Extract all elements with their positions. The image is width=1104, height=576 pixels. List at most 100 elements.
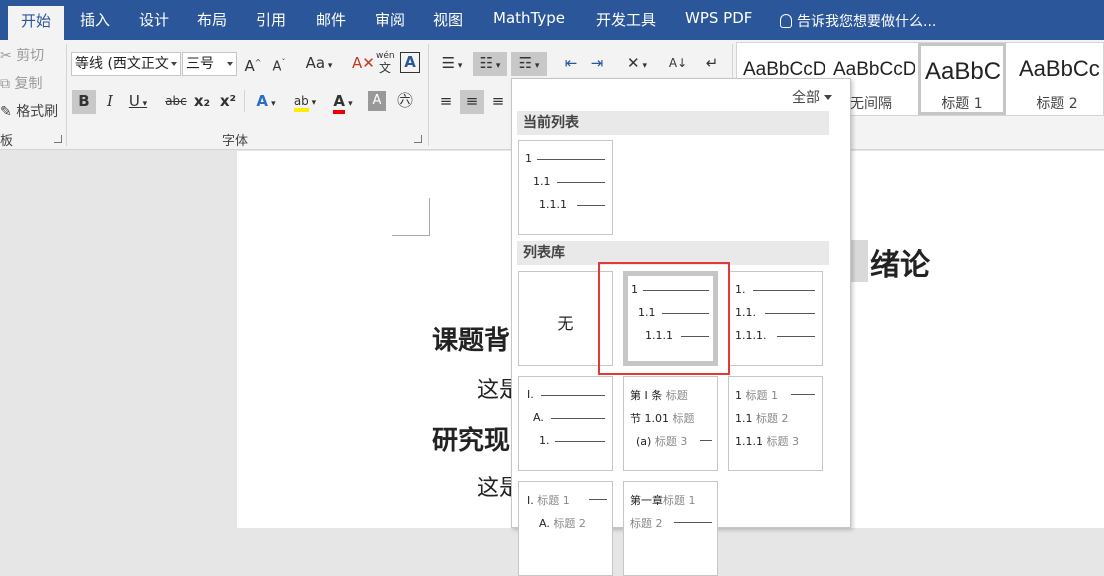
cut-button[interactable]: ✂ 剪切 [0, 45, 44, 65]
current-list-item[interactable]: 1 1.1 1.1.1 [518, 140, 613, 235]
list-filter-dropdown[interactable]: 全部 [792, 87, 832, 107]
list-heading-label: 标题 3 [766, 435, 800, 448]
phonetic-guide-icon[interactable]: wén 文 [376, 50, 395, 76]
align-right-icon[interactable]: ≡ [488, 90, 508, 112]
list-number: 1 [735, 389, 742, 402]
style-preview: AaBbC [925, 58, 1002, 85]
list-heading-label: 标题 1 [745, 389, 779, 402]
tab-mailings[interactable]: 邮件 [316, 9, 346, 30]
list-library-item-2[interactable]: 1. 1.1. 1.1.1. [728, 271, 823, 366]
tab-wps-pdf[interactable]: WPS PDF [685, 9, 752, 27]
style-heading-2[interactable]: AaBbCc 标题 2 [1013, 43, 1101, 115]
bold-button[interactable]: B [72, 90, 96, 114]
list-level-line [589, 499, 607, 500]
list-number: 1.1.1 [735, 435, 763, 448]
list-heading-label: 标题 2 [756, 412, 789, 425]
lightbulb-icon [780, 14, 792, 28]
list-level-label: 1.1.1 标题 3 [735, 433, 799, 449]
character-border-label: A [404, 53, 416, 71]
list-level-label: 标题 2 [630, 515, 663, 531]
increase-indent-icon[interactable]: ⇥ [586, 52, 608, 74]
format-painter-button[interactable]: ✎ 格式刷 [0, 101, 58, 121]
change-case-label: Aa [305, 54, 326, 72]
list-level-line [753, 290, 815, 291]
list-library-item-6[interactable]: I. 标题 1 A. 标题 2 [518, 481, 613, 576]
sort-icon[interactable]: A↓ [668, 52, 688, 74]
show-marks-icon[interactable]: ↵ [702, 52, 722, 74]
list-heading-label: 标题 [665, 389, 688, 402]
tab-mathtype[interactable]: MathType [493, 9, 565, 27]
clear-formatting-icon[interactable]: A✕ [352, 52, 375, 74]
chinese-layout-icon[interactable]: ✕ ▾ [620, 52, 654, 77]
strikethrough-button[interactable]: abc [164, 90, 188, 112]
superscript-button[interactable]: x² [218, 90, 238, 112]
list-number: 节 1.01 [630, 412, 669, 425]
subscript-button[interactable]: x₂ [192, 90, 212, 112]
heading-2-text: 课题背 [432, 326, 511, 356]
copy-button[interactable]: ⧉ 复制 [0, 73, 42, 93]
tab-references[interactable]: 引用 [256, 9, 286, 30]
font-size-combo[interactable]: 三号 [182, 52, 237, 76]
list-level-label: 1.1.1 [539, 198, 567, 211]
multilevel-list-button[interactable]: ☶ ▾ [511, 52, 547, 76]
list-level-label: 1.1. [735, 306, 756, 319]
list-heading-label: 标题 1 [663, 494, 696, 507]
group-divider [66, 44, 67, 146]
tab-view[interactable]: 视图 [433, 9, 463, 30]
style-heading-1[interactable]: AaBbC 标题 1 [918, 43, 1006, 115]
align-left-icon[interactable]: ≡ [436, 90, 456, 112]
font-name-combo[interactable]: 等线 (西文正文 [71, 52, 181, 76]
list-library-item-5[interactable]: 1 标题 1 1.1 标题 2 1.1.1 标题 3 [728, 376, 823, 471]
character-shading-icon[interactable]: A [368, 91, 386, 111]
list-level-line [700, 440, 712, 441]
phonetic-top: wén [376, 51, 395, 61]
font-color-icon[interactable]: A ▾ [328, 90, 358, 115]
list-heading-label: 标题 2 [553, 517, 586, 530]
heading-2-text: 研究现 [432, 426, 511, 456]
list-number: 第一章 [630, 494, 663, 507]
tell-me-box[interactable]: 告诉我您想要做什么... [780, 11, 936, 31]
highlight-color-icon[interactable]: ab ▾ [288, 90, 322, 114]
tab-insert[interactable]: 插入 [80, 9, 110, 30]
underline-button[interactable]: U ▾ [126, 90, 150, 115]
shrink-font-icon[interactable]: Aˇ [270, 52, 288, 78]
text-effects-icon[interactable]: A ▾ [252, 90, 280, 115]
tab-review[interactable]: 审阅 [375, 9, 405, 30]
numbering-button[interactable]: ☷ ▾ [473, 52, 507, 76]
change-case-button[interactable]: Aa ▾ [302, 52, 336, 77]
list-level-line [765, 313, 815, 314]
list-library-item-4[interactable]: 第 I 条 标题 节 1.01 标题 (a) 标题 3 [623, 376, 718, 471]
copy-label: 复制 [14, 76, 43, 92]
list-level-label: 1.1.1. [735, 329, 767, 342]
list-level-label: A. [533, 411, 544, 424]
phonetic-bottom: 文 [378, 61, 391, 75]
current-list-header: 当前列表 [517, 111, 829, 135]
list-level-label: 节 1.01 标题 [630, 410, 695, 426]
ribbon-tab-bar: 开始 插入 设计 布局 引用 邮件 审阅 视图 MathType 开发工具 WP… [0, 0, 1104, 40]
clipboard-launcher-icon[interactable] [54, 135, 62, 143]
list-heading-label: 标题 2 [630, 517, 663, 530]
font-name-value: 等线 (西文正文 [75, 56, 169, 72]
tab-developer[interactable]: 开发工具 [596, 9, 656, 30]
enclose-characters-icon[interactable]: ㊅ [394, 90, 416, 112]
copy-icon: ⧉ [0, 76, 10, 92]
list-library-item-7[interactable]: 第一章标题 1 标题 2 [623, 481, 718, 576]
font-launcher-icon[interactable] [414, 135, 422, 143]
list-level-label: (a) 标题 3 [636, 433, 687, 449]
list-level-label: I. [527, 388, 534, 401]
bullets-button[interactable]: ☰ ▾ [436, 52, 468, 77]
grow-font-icon[interactable]: A^ [244, 52, 262, 77]
tab-home[interactable]: 开始 [8, 6, 64, 40]
italic-button[interactable]: I [100, 90, 120, 112]
tell-me-text: 告诉我您想要做什么... [797, 14, 937, 30]
list-library-item-3[interactable]: I. A. 1. [518, 376, 613, 471]
align-center-icon[interactable]: ≡ [460, 90, 484, 114]
character-border-icon[interactable]: A [400, 52, 420, 73]
decrease-indent-icon[interactable]: ⇤ [560, 52, 582, 74]
list-level-label: A. 标题 2 [539, 515, 586, 531]
list-heading-label: 标题 3 [654, 435, 688, 448]
list-number: A. [539, 517, 550, 530]
tab-layout[interactable]: 布局 [197, 9, 227, 30]
tab-design[interactable]: 设计 [139, 9, 169, 30]
list-level-line [555, 441, 605, 442]
